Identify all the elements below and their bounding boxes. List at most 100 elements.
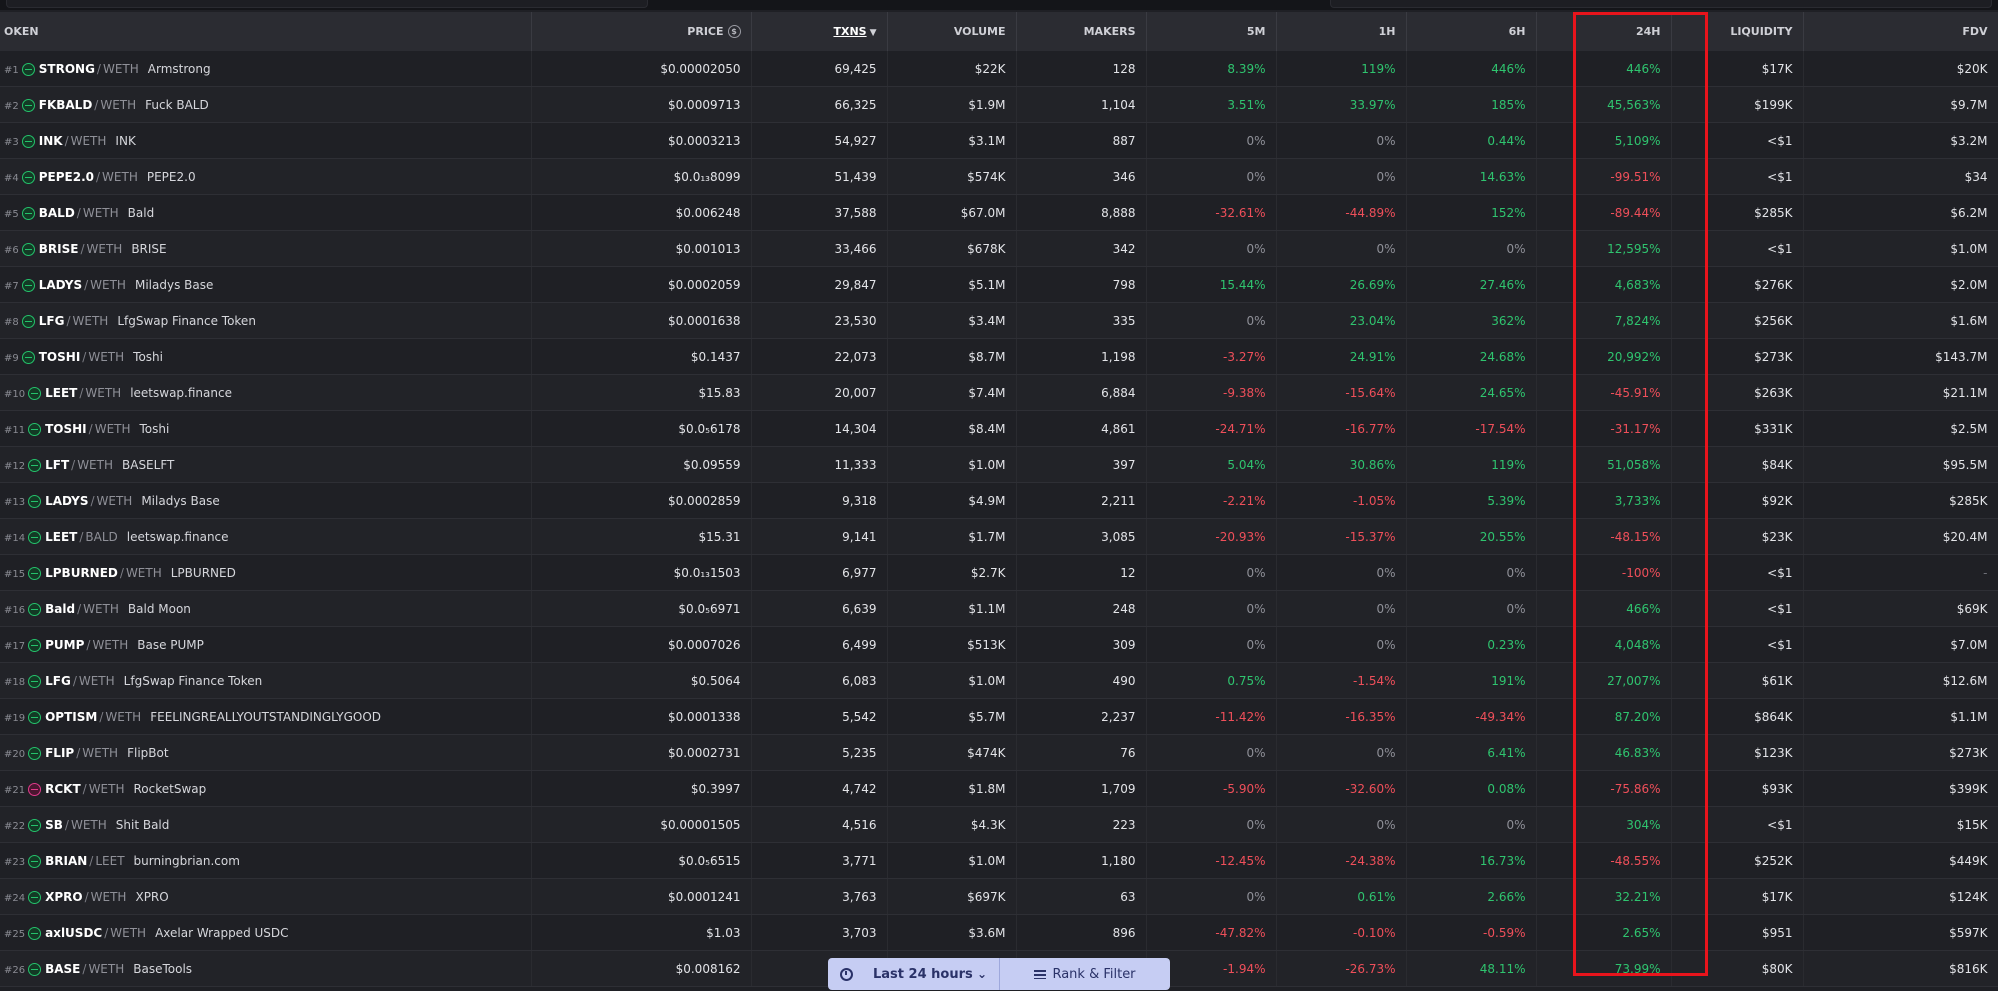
token-cell[interactable]: #9 TOSHI / WETH Toshi	[0, 338, 532, 375]
chain-icon	[28, 782, 42, 796]
table-row[interactable]: #21 RCKT / WETH RocketSwap $0.3997 4,742 $1.8M 1…	[0, 770, 1998, 807]
token-cell[interactable]: #17 PUMP / WETH Base PUMP	[0, 626, 532, 663]
token-cell[interactable]: #6 BRISE / WETH BRISE	[0, 230, 532, 267]
table-row[interactable]: #5 BALD / WETH Bald $0.006248 37,588 $67.0M 8,88…	[0, 194, 1998, 231]
quote-symbol: WETH	[70, 133, 107, 148]
table-row[interactable]: #8 LFG / WETH LfgSwap Finance Token $0.000163…	[0, 302, 1998, 339]
m5-cell: 15.44%	[1146, 266, 1277, 303]
token-cell[interactable]: #2 FKBALD / WETH Fuck BALD	[0, 86, 532, 123]
table-row[interactable]: #10 LEET / WETH leetswap.finance $15.83 20,007…	[0, 374, 1998, 411]
table-row[interactable]: #25 axlUSDC / WETH Axelar Wrapped USDC $1.03 3…	[0, 914, 1998, 951]
h6-cell: 16.73%	[1406, 842, 1537, 879]
column-header-price[interactable]: PRICE $	[531, 12, 752, 51]
dollar-info-icon[interactable]: $	[727, 25, 741, 39]
token-cell[interactable]: #11 TOSHI / WETH Toshi	[0, 410, 532, 447]
table-row[interactable]: #2 FKBALD / WETH Fuck BALD $0.0009713 66,325 $1…	[0, 86, 1998, 123]
price-cell: $0.0₅6971	[531, 590, 752, 627]
table-row[interactable]: #1 STRONG / WETH Armstrong $0.00002050 69,425 $…	[0, 51, 1998, 87]
token-cell[interactable]: #10 LEET / WETH leetswap.finance	[0, 374, 532, 411]
volume-cell: $513K	[887, 626, 1017, 663]
table-row[interactable]: #19 OPTISM / WETH FEELINGREALLYOUTSTANDINGLY…	[0, 698, 1998, 735]
token-cell[interactable]: #8 LFG / WETH LfgSwap Finance Token	[0, 302, 532, 339]
token-cell[interactable]: #23 BRIAN / LEET burningbrian.com	[0, 842, 532, 879]
token-cell[interactable]: #7 LADYS / WETH Miladys Base	[0, 266, 532, 303]
column-header-token[interactable]: OKEN	[0, 12, 532, 51]
token-cell[interactable]: #12 LFT / WETH BASELFT	[0, 446, 532, 483]
token-cell[interactable]: #26 BASE / WETH BaseTools	[0, 950, 532, 987]
table-row[interactable]: #17 PUMP / WETH Base PUMP $0.0007026 6,499 $513…	[0, 626, 1998, 663]
token-cell[interactable]: #1 STRONG / WETH Armstrong	[0, 51, 532, 87]
time-range-select[interactable]: Last 24 hours ⌄	[828, 958, 1000, 990]
price-cell: $0.0009713	[531, 86, 752, 123]
table-row[interactable]: #23 BRIAN / LEET burningbrian.com $0.0₅6515 3,…	[0, 842, 1998, 879]
column-header-liquidity[interactable]: LIQUIDITY	[1671, 12, 1804, 51]
column-header-24h[interactable]: 24H	[1536, 12, 1672, 51]
h24-cell: 73.99%	[1536, 950, 1672, 987]
quote-symbol: WETH	[110, 925, 147, 940]
token-cell[interactable]: #16 Bald / WETH Bald Moon	[0, 590, 532, 627]
volume-cell: $22K	[887, 51, 1017, 87]
token-cell[interactable]: #14 LEET / BALD leetswap.finance	[0, 518, 532, 555]
h1-cell: 0%	[1276, 734, 1407, 771]
table-row[interactable]: #15 LPBURNED / WETH LPBURNED $0.0₁₃1503 6,977 $…	[0, 554, 1998, 591]
m5-cell: -3.27%	[1146, 338, 1277, 375]
makers-cell: 8,888	[1016, 194, 1147, 231]
token-cell[interactable]: #3 INK / WETH INK	[0, 122, 532, 159]
m5-cell: -12.45%	[1146, 842, 1277, 879]
table-row[interactable]: #16 Bald / WETH Bald Moon $0.0₅6971 6,639 $1.1M…	[0, 590, 1998, 627]
h1-cell: 0.61%	[1276, 878, 1407, 915]
txns-cell: 69,425	[751, 51, 888, 87]
quote-symbol: WETH	[77, 457, 113, 472]
table-row[interactable]: #13 LADYS / WETH Miladys Base $0.0002859 9,318…	[0, 482, 1998, 519]
table-row[interactable]: #3 INK / WETH INK $0.0003213 54,927 $3.1M 887 0% 0…	[0, 122, 1998, 159]
h6-cell: 2.66%	[1406, 878, 1537, 915]
table-row[interactable]: #7 LADYS / WETH Miladys Base $0.0002059 29,847…	[0, 266, 1998, 303]
chain-icon	[21, 350, 35, 364]
volume-cell: $1.1M	[887, 590, 1017, 627]
table-row[interactable]: #20 FLIP / WETH FlipBot $0.0002731 5,235 $474K 7…	[0, 734, 1998, 771]
column-header-txns[interactable]: TXNS ▼	[751, 12, 888, 51]
table-row[interactable]: #22 SB / WETH Shit Bald $0.00001505 4,516 $4.3K…	[0, 806, 1998, 843]
table-row[interactable]: #12 LFT / WETH BASELFT $0.09559 11,333 $1.0M 397…	[0, 446, 1998, 483]
token-cell[interactable]: #15 LPBURNED / WETH LPBURNED	[0, 554, 532, 591]
token-cell[interactable]: #20 FLIP / WETH FlipBot	[0, 734, 532, 771]
chain-icon	[28, 530, 42, 544]
token-cell[interactable]: #21 RCKT / WETH RocketSwap	[0, 770, 532, 807]
token-cell[interactable]: #13 LADYS / WETH Miladys Base	[0, 482, 532, 519]
volume-cell: $3.1M	[887, 122, 1017, 159]
h6-cell: 24.65%	[1406, 374, 1537, 411]
token-name: Shit Bald	[115, 817, 170, 832]
h1-cell: 0%	[1276, 554, 1407, 591]
table-row[interactable]: #9 TOSHI / WETH Toshi $0.1437 22,073 $8.7M 1,198…	[0, 338, 1998, 375]
token-cell[interactable]: #5 BALD / WETH Bald	[0, 194, 532, 231]
token-cell[interactable]: #19 OPTISM / WETH FEELINGREALLYOUTSTANDINGLY…	[0, 698, 532, 735]
h1-cell: -44.89%	[1276, 194, 1407, 231]
token-cell[interactable]: #24 XPRO / WETH XPRO	[0, 878, 532, 915]
table-row[interactable]: #4 PEPE2.0/WETH PEPE2.0 $0.0₁₃8099 51,439 $57…	[0, 158, 1998, 195]
token-cell[interactable]: #4 PEPE2.0/WETH PEPE2.0	[0, 158, 532, 195]
header-label: 5M	[1246, 25, 1266, 38]
rank-filter-button[interactable]: Rank & Filter	[1000, 958, 1170, 990]
column-header-makers[interactable]: MAKERS	[1016, 12, 1147, 51]
fdv-cell: $1.6M	[1803, 302, 1998, 339]
table-row[interactable]: #14 LEET / BALD leetswap.finance $15.31 9,141 $…	[0, 518, 1998, 555]
token-cell[interactable]: #25 axlUSDC / WETH Axelar Wrapped USDC	[0, 914, 532, 951]
quote-symbol: WETH	[125, 565, 162, 580]
table-row[interactable]: #24 XPRO / WETH XPRO $0.0001241 3,763 $697K 63 0%…	[0, 878, 1998, 915]
h6-cell: 0%	[1406, 230, 1537, 267]
column-header-6h[interactable]: 6H	[1406, 12, 1537, 51]
pair-slash: /	[82, 781, 87, 796]
token-symbol: TOSHI	[45, 421, 87, 436]
h24-cell: 46.83%	[1536, 734, 1672, 771]
volume-cell: $67.0M	[887, 194, 1017, 231]
token-cell[interactable]: #18 LFG / WETH LfgSwap Finance Token	[0, 662, 532, 699]
token-cell[interactable]: #22 SB / WETH Shit Bald	[0, 806, 532, 843]
table-row[interactable]: #6 BRISE / WETH BRISE $0.001013 33,466 $678K 342…	[0, 230, 1998, 267]
column-header-volume[interactable]: VOLUME	[887, 12, 1017, 51]
column-header-5m[interactable]: 5M	[1146, 12, 1277, 51]
table-row[interactable]: #11 TOSHI / WETH Toshi $0.0₅6178 14,304 $8.4M 4,…	[0, 410, 1998, 447]
column-header-fdv[interactable]: FDV	[1803, 12, 1998, 51]
column-header-1h[interactable]: 1H	[1276, 12, 1407, 51]
table-row[interactable]: #18 LFG / WETH LfgSwap Finance Token $0.5064 6…	[0, 662, 1998, 699]
pairs-table: OKEN PRICE $ TXNS ▼ VOLUME MAKERS 5M 1H 6H…	[0, 12, 1998, 987]
